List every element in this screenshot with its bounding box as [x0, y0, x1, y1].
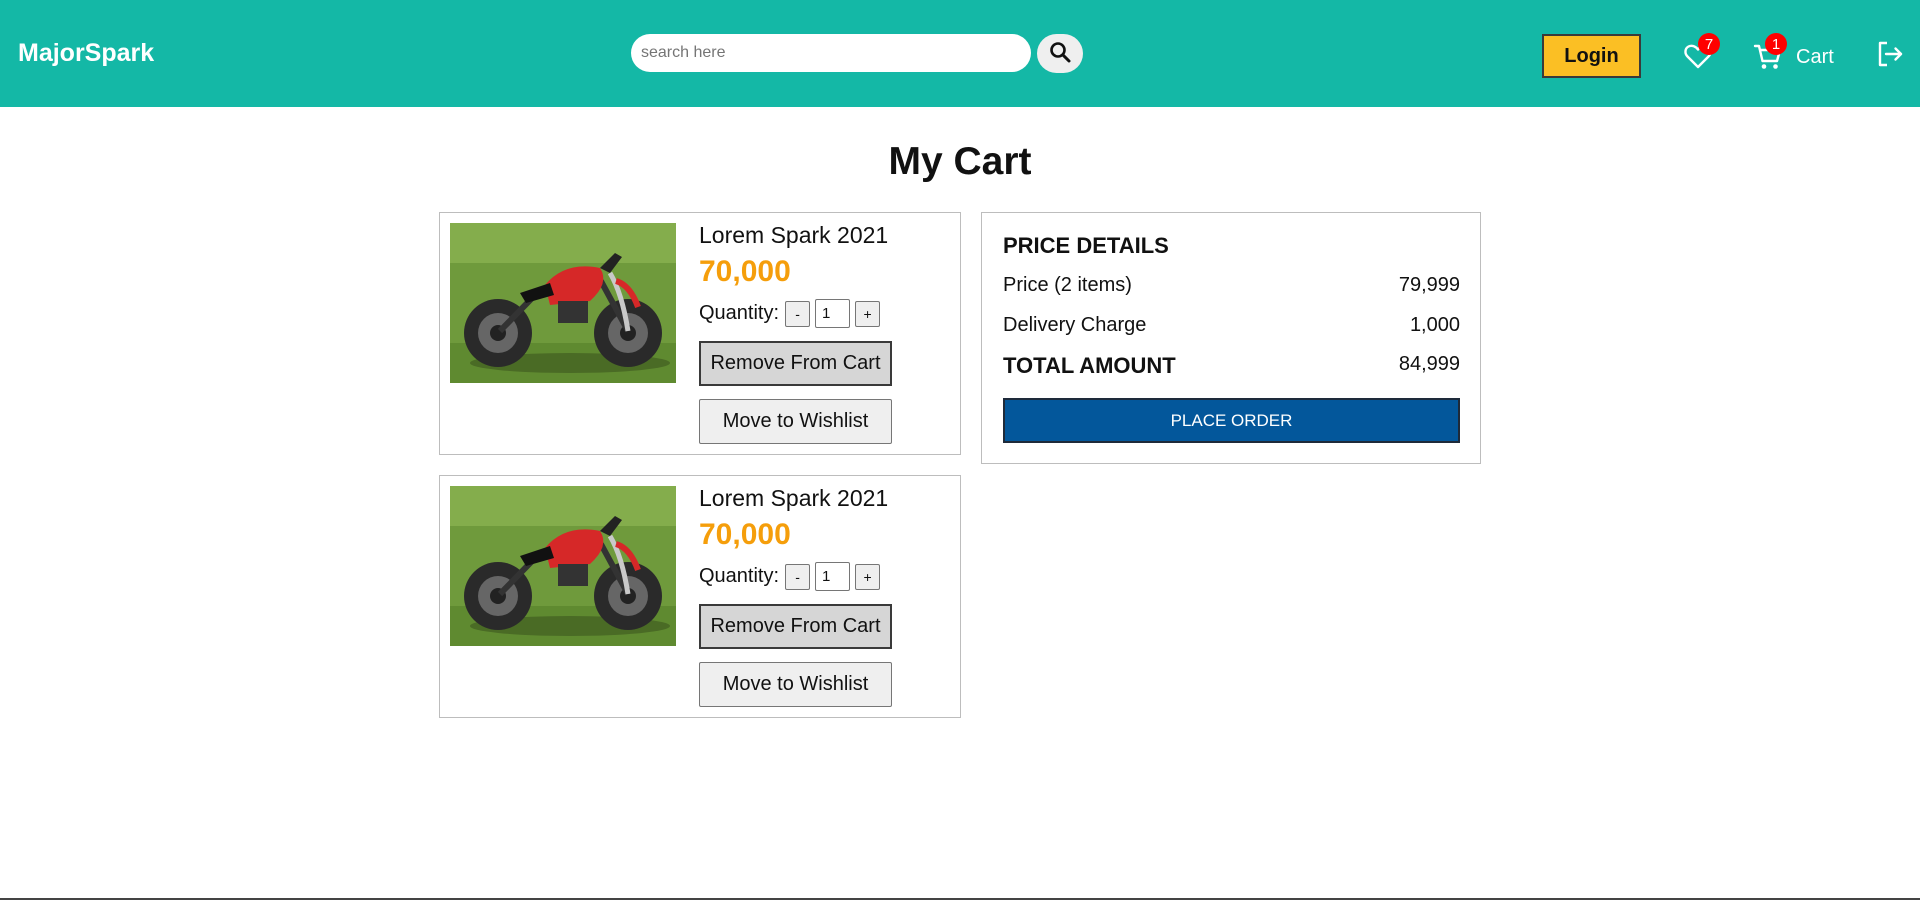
remove-from-cart-button[interactable]: Remove From Cart [699, 604, 892, 649]
increment-quantity-button[interactable]: + [855, 563, 881, 590]
cart-button[interactable]: 1 Cart [1752, 33, 1862, 76]
delivery-charge-row: Delivery Charge 1,000 [1003, 314, 1460, 337]
page-title: My Cart [888, 140, 1032, 183]
search-button[interactable] [1037, 34, 1083, 73]
cart-label: Cart [1796, 46, 1834, 68]
quantity-stepper: Quantity: - + [699, 299, 881, 328]
increment-quantity-button[interactable]: + [855, 300, 881, 327]
total-amount-row: TOTAL AMOUNT 84,999 [1003, 353, 1460, 379]
decrement-quantity-button[interactable]: - [785, 563, 811, 590]
cart-item: Lorem Spark 2021 70,000 Quantity: - + Re… [439, 212, 961, 455]
place-order-button[interactable]: PLACE ORDER [1003, 398, 1460, 443]
search-icon [1048, 40, 1072, 67]
heart-icon [1682, 44, 1714, 76]
move-to-wishlist-button[interactable]: Move to Wishlist [699, 399, 892, 444]
delivery-charge-label: Delivery Charge [1003, 314, 1147, 336]
logout-icon [1874, 41, 1906, 74]
quantity-label: Quantity: [699, 302, 780, 324]
quantity-input[interactable] [815, 299, 851, 328]
product-price: 70,000 [699, 518, 791, 551]
product-name: Lorem Spark 2021 [699, 485, 889, 511]
navbar: MajorSpark Login 7 1 Cart [0, 0, 1920, 107]
price-label: Price (2 items) [1003, 274, 1132, 296]
quantity-stepper: Quantity: - + [699, 562, 881, 591]
wishlist-button[interactable]: 7 [1682, 33, 1720, 72]
red-motorcycle-image [450, 486, 676, 646]
price-details-heading: PRICE DETAILS [1003, 233, 1169, 258]
quantity-label: Quantity: [699, 565, 780, 587]
total-amount-value: 84,999 [1398, 353, 1460, 375]
delivery-charge-value: 1,000 [1409, 314, 1460, 336]
cart-count-badge: 1 [1765, 33, 1787, 55]
price-details-card: PRICE DETAILS Price (2 items) 79,999 Del… [981, 212, 1481, 464]
decrement-quantity-button[interactable]: - [785, 300, 811, 327]
brand-logo[interactable]: MajorSpark [18, 39, 154, 68]
price-value: 79,999 [1398, 274, 1460, 296]
wishlist-count-badge: 7 [1698, 33, 1720, 55]
quantity-input[interactable] [815, 562, 851, 591]
product-name: Lorem Spark 2021 [699, 222, 889, 248]
remove-from-cart-button[interactable]: Remove From Cart [699, 341, 892, 386]
price-row: Price (2 items) 79,999 [1003, 274, 1460, 297]
search-input[interactable] [631, 34, 1031, 72]
login-button[interactable]: Login [1542, 34, 1641, 78]
red-motorcycle-image [450, 223, 676, 383]
total-amount-label: TOTAL AMOUNT [1003, 353, 1176, 378]
product-price: 70,000 [699, 255, 791, 288]
cart-item: Lorem Spark 2021 70,000 Quantity: - + Re… [439, 475, 961, 718]
move-to-wishlist-button[interactable]: Move to Wishlist [699, 662, 892, 707]
logout-button[interactable] [1874, 38, 1906, 70]
